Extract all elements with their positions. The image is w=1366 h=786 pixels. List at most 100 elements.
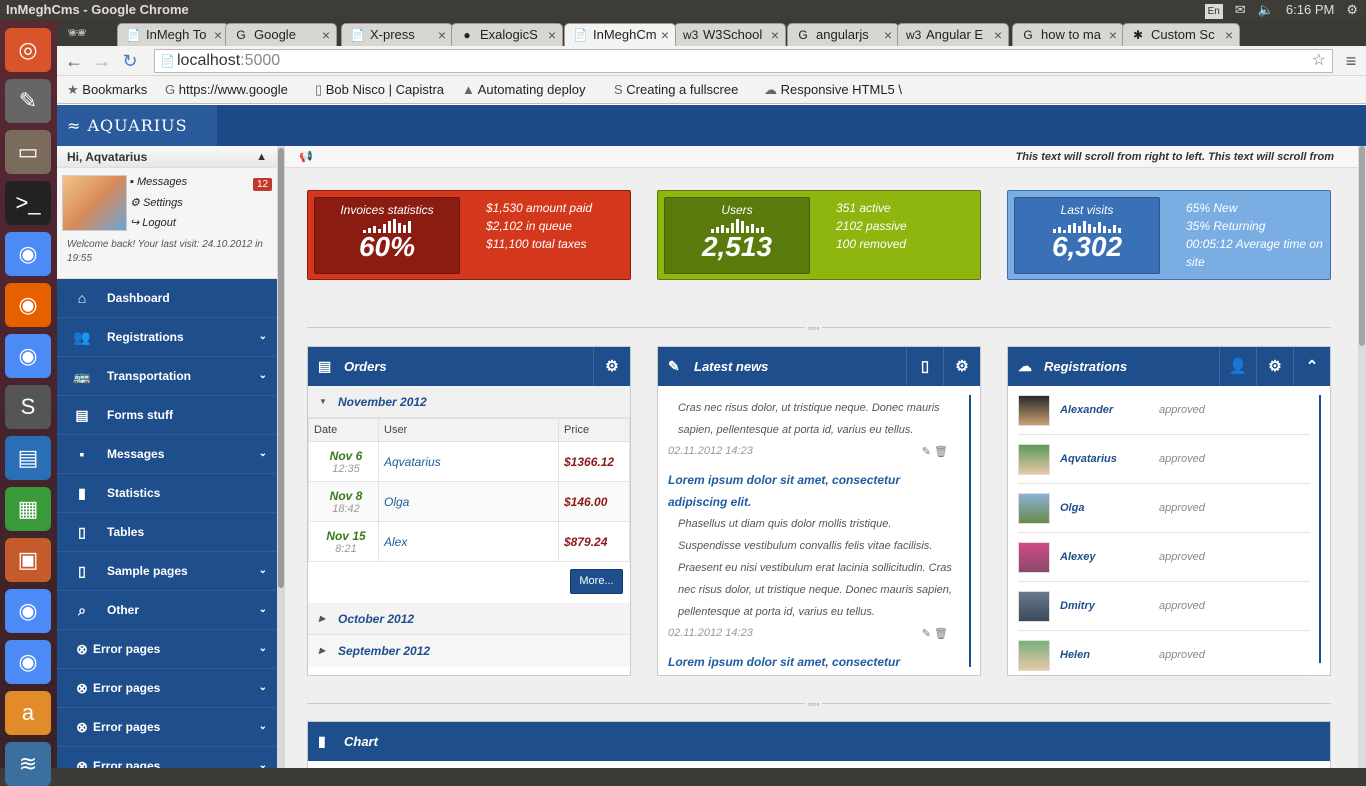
mail-icon[interactable]: ✉ — [1235, 0, 1246, 20]
edit-icon[interactable]: ✎ — [922, 446, 931, 458]
reload-icon[interactable]: ↻ — [118, 49, 142, 73]
edit-icon[interactable]: ✎ — [922, 628, 931, 640]
sidebar-scrollbar[interactable] — [277, 146, 285, 768]
tab-7[interactable]: w3 Angular E × — [897, 23, 1009, 46]
ubuntu-icon[interactable]: ◎ — [5, 28, 51, 72]
chevron-down-icon[interactable]: ⌄ — [259, 747, 267, 768]
user-messages-link[interactable]: ▪ Messages — [130, 176, 187, 188]
list-item[interactable]: Helen approved — [1018, 631, 1310, 680]
sidebar-item-error-pages[interactable]: ⊗ Error pages ⌄ — [57, 708, 277, 747]
tab-0[interactable]: 📄 InMegh To × — [117, 23, 229, 46]
bookmark-item[interactable]: ▲ Automating deploy — [462, 82, 597, 97]
sublime-icon[interactable]: S — [5, 385, 51, 429]
close-tab-icon[interactable]: × — [322, 24, 330, 46]
list-item[interactable]: Dmitry approved — [1018, 582, 1310, 631]
tab-8[interactable]: Ghow to ma × — [1012, 23, 1124, 46]
bookmark-item[interactable]: ▯ Bob Nisco | Capistra — [315, 82, 450, 98]
close-tab-icon[interactable]: × — [994, 24, 1002, 46]
app-logo[interactable]: ≈ AQUARIUS — [57, 105, 217, 146]
close-tab-icon[interactable]: × — [661, 24, 669, 46]
sidebar-item-registrations[interactable]: 👥 Registrations ⌄ — [57, 318, 277, 357]
keyboard-layout[interactable]: En — [1204, 3, 1223, 19]
bookmark-item[interactable]: G https://www.google — [165, 82, 300, 97]
chevron-up-icon[interactable]: ▲ — [256, 146, 267, 168]
orders-group-september[interactable]: ▶ September 2012 — [308, 635, 630, 667]
sidebar-item-forms-stuff[interactable]: ▤ Forms stuff — [57, 396, 277, 435]
stack-icon[interactable]: ≋ — [5, 742, 51, 786]
order-user[interactable]: Alex — [378, 521, 559, 562]
volume-icon[interactable]: 🔈 — [1258, 0, 1274, 20]
table-row[interactable]: Nov 15 8:21 Alex $879.24 — [308, 521, 630, 562]
collapse-icon[interactable]: ⌃ — [1293, 347, 1330, 386]
close-tab-icon[interactable]: × — [438, 24, 446, 46]
chevron-down-icon[interactable]: ⌄ — [259, 591, 267, 629]
chevron-down-icon[interactable]: ⌄ — [259, 318, 267, 356]
gear-icon[interactable]: ⚙ — [1256, 347, 1293, 386]
more-orders-button[interactable]: More... — [570, 569, 623, 594]
trash-icon[interactable]: 🗑 — [934, 628, 948, 640]
forward-icon[interactable]: → — [90, 49, 114, 73]
gear-icon[interactable]: ⚙ — [593, 347, 630, 386]
amazon-icon[interactable]: a — [5, 691, 51, 735]
gear-icon[interactable]: ⚙ — [943, 347, 980, 386]
sidebar-item-other[interactable]: ⌕ Other ⌄ — [57, 591, 277, 630]
news-heading[interactable]: Lorem ipsum dolor sit amet, consectetur … — [668, 469, 958, 513]
document-icon[interactable]: ▯ — [906, 347, 943, 386]
list-item[interactable]: Alexander approved — [1018, 386, 1310, 435]
list-item[interactable]: Olga approved — [1018, 484, 1310, 533]
sidebar-item-tables[interactable]: ▯ Tables — [57, 513, 277, 552]
news-scrollbar[interactable] — [969, 395, 971, 667]
registration-name[interactable]: Helen — [1060, 631, 1090, 680]
table-row[interactable]: Nov 6 12:35 Aqvatarius $1366.12 — [308, 441, 630, 482]
registration-name[interactable]: Alexander — [1060, 386, 1113, 435]
page-scrollbar[interactable] — [1358, 146, 1366, 768]
sidebar-item-sample-pages[interactable]: ▯ Sample pages ⌄ — [57, 552, 277, 591]
registration-name[interactable]: Dmitry — [1060, 582, 1095, 631]
chrome-icon[interactable]: ◉ — [5, 589, 51, 633]
sidebar-item-messages[interactable]: ▪ Messages ⌄ — [57, 435, 277, 474]
tab-2[interactable]: 📄 X-press × — [341, 23, 453, 46]
close-tab-icon[interactable]: × — [1109, 24, 1117, 46]
registration-name[interactable]: Alexey — [1060, 533, 1095, 582]
file-manager-icon[interactable]: ▭ — [5, 130, 51, 174]
news-heading[interactable]: Lorem ipsum dolor sit amet, consectetur — [668, 651, 958, 673]
registration-name[interactable]: Olga — [1060, 484, 1084, 533]
address-bar[interactable]: 📄 localhost:5000 ☆ — [154, 49, 1333, 73]
tab-4[interactable]: 📄 InMeghCm × — [564, 23, 676, 46]
user-greeting-bar[interactable]: Hi, Aqvatarius ▲ — [57, 146, 277, 168]
close-tab-icon[interactable]: × — [214, 24, 222, 46]
menu-icon[interactable]: ≡ — [1339, 49, 1363, 73]
sidebar-item-statistics[interactable]: ▮ Statistics — [57, 474, 277, 513]
close-tab-icon[interactable]: × — [1225, 24, 1233, 46]
order-user[interactable]: Olga — [378, 481, 559, 522]
close-tab-icon[interactable]: × — [884, 24, 892, 46]
registration-name[interactable]: Aqvatarius — [1060, 435, 1117, 484]
clock[interactable]: 6:16 PM — [1286, 0, 1334, 20]
chevron-down-icon[interactable]: ⌄ — [259, 435, 267, 473]
star-icon[interactable]: ☆ — [1312, 50, 1326, 72]
text-editor-icon[interactable]: ✎ — [5, 79, 51, 123]
list-item[interactable]: Alexey approved — [1018, 533, 1310, 582]
writer-icon[interactable]: ▤ — [5, 436, 51, 480]
terminal-icon[interactable]: >_ — [5, 181, 51, 225]
tab-9[interactable]: ✱ Custom Sc × — [1122, 23, 1240, 46]
chrome-icon[interactable]: ◉ — [5, 232, 51, 276]
user-logout-link[interactable]: ↪ Logout — [130, 216, 176, 229]
scroll-thumb[interactable] — [278, 148, 284, 588]
chevron-down-icon[interactable]: ⌄ — [259, 669, 267, 707]
bookmarks-menu[interactable]: ★ Bookmarks — [67, 82, 152, 98]
impress-icon[interactable]: ▣ — [5, 538, 51, 582]
user-icon[interactable]: 👤 — [1219, 347, 1256, 386]
tab-5[interactable]: w3 W3School × — [674, 23, 786, 46]
firefox-icon[interactable]: ◉ — [5, 283, 51, 327]
close-tab-icon[interactable]: × — [548, 24, 556, 46]
back-icon[interactable]: ← — [62, 49, 86, 73]
orders-group-october[interactable]: ▶ October 2012 — [308, 603, 630, 635]
trash-icon[interactable]: 🗑 — [934, 446, 948, 458]
sidebar-item-error-pages[interactable]: ⊗ Error pages ⌄ — [57, 747, 277, 768]
sidebar-item-transportation[interactable]: 🚌 Transportation ⌄ — [57, 357, 277, 396]
table-row[interactable]: Nov 8 18:42 Olga $146.00 — [308, 481, 630, 522]
chromium-icon[interactable]: ◉ — [5, 334, 51, 378]
sidebar-item-error-pages[interactable]: ⊗ Error pages ⌄ — [57, 669, 277, 708]
tab-6[interactable]: Gangularjs × — [787, 23, 899, 46]
